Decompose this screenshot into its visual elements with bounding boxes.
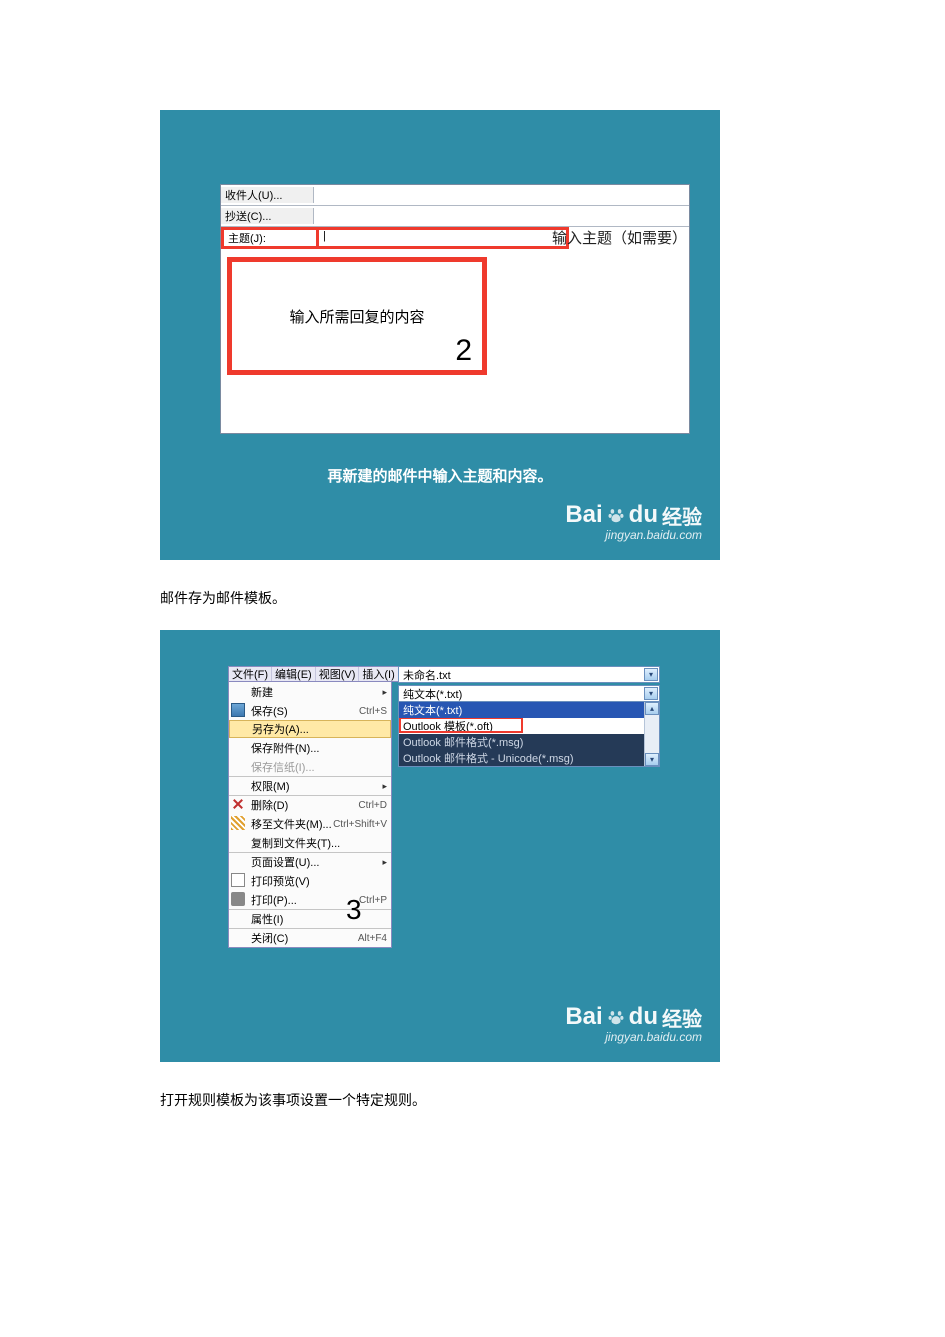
baidu-watermark: Bai du 经验 jingyan.baidu.com (565, 502, 702, 542)
menu-item-label: 打印(P)... (251, 892, 297, 908)
baidu-watermark: Bai du 经验 jingyan.baidu.com (565, 1004, 702, 1044)
menu-item[interactable]: 复制到文件夹(T)... (229, 833, 391, 852)
menu-item-label: 权限(M) (251, 778, 290, 794)
menu-item-label: 复制到文件夹(T)... (251, 835, 340, 851)
menu-item[interactable]: 删除(D) Ctrl+D (229, 795, 391, 814)
watermark-brand-a: Bai (565, 502, 602, 528)
scrollbar[interactable]: ▴ ▾ (644, 702, 659, 766)
menu-item-label: 打印预览(V) (251, 873, 310, 889)
filetype-field[interactable]: 纯文本(*.txt) ▾ (398, 685, 660, 702)
red-highlight-box (399, 718, 523, 733)
menu-item[interactable]: 保存附件(N)... (229, 738, 391, 757)
menu-item-label: 移至文件夹(M)... (251, 816, 332, 832)
menu-item-label: 页面设置(U)... (251, 854, 319, 870)
subject-row-highlight: 主题(J): | (221, 227, 569, 249)
subject-hint-annotation: 输入主题（如需要） (552, 227, 687, 248)
watermark-url: jingyan.baidu.com (565, 529, 702, 542)
menu-edit[interactable]: 编辑(E) (272, 667, 316, 681)
shortcut-label: Ctrl+S (359, 706, 387, 717)
menu-item-label: 保存(S) (251, 703, 288, 719)
paw-icon (605, 1008, 627, 1031)
screenshot-1: 收件人(U)... 抄送(C)... 主题(J): | 输入主题（如需要） 输入… (160, 110, 720, 560)
menu-item[interactable]: 打印预览(V) (229, 871, 391, 890)
filetype-value: 纯文本(*.txt) (403, 686, 462, 702)
menu-file[interactable]: 文件(F) (229, 667, 272, 681)
document-page: 收件人(U)... 抄送(C)... 主题(J): | 输入主题（如需要） 输入… (0, 0, 945, 1332)
filetype-option[interactable]: Outlook 邮件格式 - Unicode(*.msg) (399, 750, 659, 766)
watermark-brand-a: Bai (565, 1004, 602, 1030)
menu-item-label: 属性(I) (251, 911, 283, 927)
menu-item[interactable]: 权限(M) ▸ (229, 776, 391, 795)
menu-item[interactable]: 页面设置(U)... ▸ (229, 852, 391, 871)
screenshot-2: 文件(F) 编辑(E) 视图(V) 插入(I) 新建 ▸ 保存(S) Ctrl+S 另存… (160, 630, 720, 1062)
mail-compose-window: 收件人(U)... 抄送(C)... 主题(J): | 输入主题（如需要） 输入… (220, 184, 690, 434)
menu-item[interactable]: 属性(I) (229, 909, 391, 928)
shortcut-label: Ctrl+Shift+V (333, 819, 387, 830)
subject-label: 主题(J): (224, 230, 319, 246)
submenu-arrow-icon: ▸ (382, 687, 387, 698)
scroll-down-icon[interactable]: ▾ (645, 753, 659, 766)
watermark-suffix: 经验 (662, 507, 702, 529)
watermark-url: jingyan.baidu.com (565, 1031, 702, 1044)
menu-item[interactable]: 新建 ▸ (229, 682, 391, 701)
body-highlight-box: 输入所需回复的内容 2 (227, 257, 487, 375)
instruction-text-1: 邮件存为邮件模板。 (160, 588, 785, 608)
filetype-option-selected[interactable]: 纯文本(*.txt) (399, 702, 659, 718)
menu-item-label: 关闭(C) (251, 930, 288, 946)
filetype-option[interactable]: Outlook 邮件格式(*.msg) (399, 734, 659, 750)
filetype-option[interactable]: Outlook 模板(*.oft) (399, 718, 659, 734)
instruction-text-2: 打开规则模板为该事项设置一个特定规则。 (160, 1090, 785, 1110)
paw-icon (605, 506, 627, 529)
to-button[interactable]: 收件人(U)... (221, 187, 314, 203)
move-icon (231, 816, 245, 830)
filetype-dropdown-list: 纯文本(*.txt) ▴ ▾ Outlook 模板(*.oft)Outlook … (398, 702, 660, 767)
save-as-controls: 未命名.txt ▾ 纯文本(*.txt) ▾ 纯文本(*.txt) ▴ ▾ Ou… (398, 666, 660, 767)
menu-item[interactable]: 关闭(C) Alt+F4 (229, 928, 391, 947)
step-number-2: 2 (455, 334, 472, 368)
step-number-3: 3 (346, 894, 362, 926)
menu-item[interactable]: 打印(P)... Ctrl+P (229, 890, 391, 909)
body-hint-annotation: 输入所需回复的内容 (289, 306, 424, 327)
print-icon (231, 892, 245, 906)
prev-icon (231, 873, 245, 887)
cc-button[interactable]: 抄送(C)... (221, 208, 314, 224)
menu-view[interactable]: 视图(V) (316, 667, 360, 681)
menu-item-label: 保存附件(N)... (251, 740, 319, 756)
menu-item: 保存信纸(I)... (229, 757, 391, 776)
menu-item-label: 另存为(A)... (252, 721, 309, 737)
save-icon (231, 703, 245, 717)
menu-item[interactable]: 另存为(A)... (229, 720, 391, 738)
menu-item[interactable]: 移至文件夹(M)...Ctrl+Shift+V (229, 814, 391, 833)
to-row: 收件人(U)... (221, 185, 689, 206)
dropdown-icon[interactable]: ▾ (644, 668, 658, 681)
del-icon (231, 797, 245, 811)
menu-item-label: 删除(D) (251, 797, 288, 813)
file-menu-dropdown: 新建 ▸ 保存(S) Ctrl+S 另存为(A)... 保存附件(N)... 保存信纸(I)… (228, 682, 392, 948)
menu-item[interactable]: 保存(S) Ctrl+S (229, 701, 391, 720)
menu-item-label: 新建 (251, 684, 273, 700)
cc-row: 抄送(C)... (221, 206, 689, 227)
file-menu-area: 文件(F) 编辑(E) 视图(V) 插入(I) 新建 ▸ 保存(S) Ctrl+S 另存… (228, 666, 400, 948)
scroll-up-icon[interactable]: ▴ (645, 702, 659, 715)
subject-field[interactable]: | (319, 230, 566, 246)
shortcut-label: Alt+F4 (358, 933, 387, 944)
menu-item-label: 保存信纸(I)... (251, 759, 315, 775)
watermark-brand-b: du (629, 502, 658, 528)
watermark-brand-b: du (629, 1004, 658, 1030)
submenu-arrow-icon: ▸ (382, 781, 387, 792)
dropdown-icon[interactable]: ▾ (644, 687, 658, 700)
watermark-suffix: 经验 (662, 1009, 702, 1031)
shortcut-label: Ctrl+P (359, 895, 387, 906)
filename-value: 未命名.txt (403, 667, 451, 683)
filename-field[interactable]: 未命名.txt ▾ (398, 666, 660, 683)
menu-insert[interactable]: 插入(I) (359, 667, 398, 681)
submenu-arrow-icon: ▸ (382, 857, 387, 868)
screenshot-1-caption: 再新建的邮件中输入主题和内容。 (160, 465, 720, 486)
menu-bar: 文件(F) 编辑(E) 视图(V) 插入(I) (228, 666, 400, 682)
shortcut-label: Ctrl+D (358, 800, 387, 811)
